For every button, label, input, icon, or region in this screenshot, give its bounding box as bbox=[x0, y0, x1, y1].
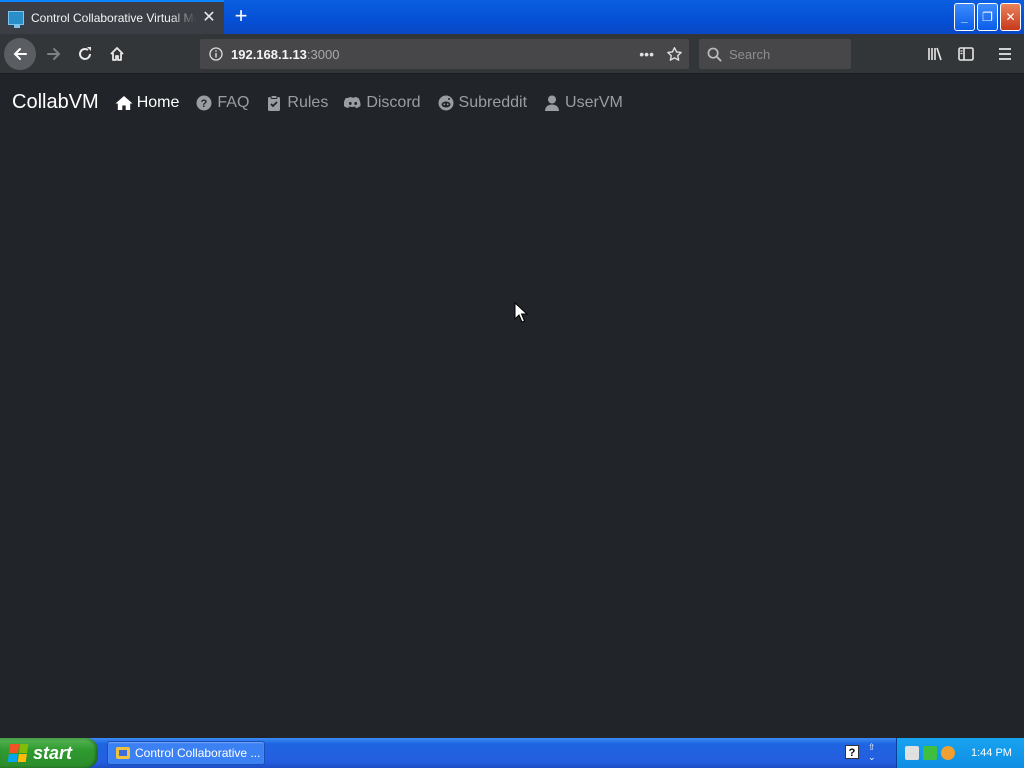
tray-expand-icon[interactable]: ⇧ ⌄ bbox=[868, 742, 876, 762]
network-icon[interactable] bbox=[905, 746, 919, 760]
star-icon[interactable] bbox=[666, 46, 683, 63]
menu-button[interactable] bbox=[989, 38, 1021, 70]
restore-button[interactable]: ❐ bbox=[977, 3, 998, 31]
nav-label: Subreddit bbox=[458, 93, 528, 111]
minimize-button[interactable]: _ bbox=[954, 3, 975, 31]
back-button[interactable] bbox=[4, 38, 36, 70]
url-host: 192.168.1.13 bbox=[231, 46, 307, 62]
forward-button[interactable] bbox=[38, 38, 70, 70]
nav-label: FAQ bbox=[217, 93, 250, 111]
taskbar-window-button[interactable]: Control Collaborative ... bbox=[107, 741, 265, 765]
reddit-icon bbox=[438, 95, 454, 110]
browser-tab[interactable]: Control Collaborative Virtual Machine ✕ bbox=[0, 0, 224, 34]
arrow-right-icon bbox=[47, 48, 61, 60]
taskbar: start Control Collaborative ... ? ⇧ ⌄ 1:4… bbox=[0, 738, 1024, 768]
user-icon bbox=[545, 95, 560, 111]
window-titlebar: Control Collaborative Virtual Machine ✕ … bbox=[0, 0, 1024, 34]
start-button[interactable]: start bbox=[0, 738, 98, 768]
clipboard-check-icon bbox=[268, 94, 281, 111]
update-icon[interactable] bbox=[923, 746, 937, 760]
url-port: :3000 bbox=[306, 46, 340, 62]
site-brand[interactable]: CollabVM bbox=[12, 91, 99, 114]
home-icon bbox=[115, 95, 133, 110]
site-navbar: CollabVM Home ? FAQ Rules Discord Subred… bbox=[0, 75, 1024, 130]
windows-logo-icon bbox=[7, 744, 29, 762]
close-window-button[interactable]: ✕ bbox=[1000, 3, 1021, 31]
start-label: start bbox=[33, 742, 73, 763]
taskbar-window-label: Control Collaborative ... bbox=[135, 746, 261, 760]
browser-toolbar: 192.168.1.13:3000 ••• bbox=[0, 34, 1024, 74]
monitor-icon bbox=[8, 11, 24, 28]
nav-item-home[interactable]: Home bbox=[115, 93, 180, 112]
window-controls: _ ❐ ✕ bbox=[954, 3, 1021, 31]
reload-icon bbox=[79, 47, 91, 60]
nav-label: Discord bbox=[366, 93, 421, 111]
search-tray-icon[interactable] bbox=[941, 746, 955, 760]
nav-item-faq[interactable]: ? FAQ bbox=[195, 94, 249, 112]
svg-text:?: ? bbox=[201, 98, 208, 110]
address-bar[interactable]: 192.168.1.13:3000 ••• bbox=[200, 39, 689, 69]
search-icon bbox=[707, 47, 722, 62]
hamburger-menu-icon bbox=[999, 48, 1011, 60]
discord-icon bbox=[344, 96, 361, 108]
nav-item-uservm[interactable]: UserVM bbox=[543, 94, 623, 112]
system-tray: 1:44 PM bbox=[896, 738, 1024, 768]
question-circle-icon: ? bbox=[196, 95, 212, 110]
tab-close-icon[interactable]: ✕ bbox=[200, 10, 218, 26]
nav-label: Rules bbox=[287, 93, 329, 111]
arrow-left-icon bbox=[13, 48, 27, 60]
sidebar-icon bbox=[958, 47, 974, 61]
new-tab-button[interactable]: + bbox=[228, 4, 254, 30]
page-actions-icon[interactable]: ••• bbox=[639, 46, 654, 62]
nav-item-subreddit[interactable]: Subreddit bbox=[437, 93, 528, 112]
search-input[interactable] bbox=[729, 46, 839, 62]
tab-title: Control Collaborative Virtual Machine bbox=[31, 11, 196, 25]
reload-button[interactable] bbox=[69, 38, 101, 70]
search-box[interactable] bbox=[699, 39, 851, 69]
nav-label: UserVM bbox=[565, 93, 623, 111]
library-icon bbox=[928, 47, 942, 61]
system-clock: 1:44 PM bbox=[971, 747, 1012, 759]
nav-item-rules[interactable]: Rules bbox=[265, 94, 328, 112]
info-icon bbox=[209, 47, 223, 61]
nav-item-discord[interactable]: Discord bbox=[344, 93, 421, 112]
firefox-window-icon bbox=[116, 747, 130, 759]
nav-label: Home bbox=[136, 93, 180, 111]
mouse-pointer-icon bbox=[514, 302, 528, 323]
sidebar-button[interactable] bbox=[950, 38, 982, 70]
help-icon[interactable]: ? bbox=[845, 745, 859, 759]
home-icon bbox=[110, 47, 124, 61]
home-button[interactable] bbox=[101, 38, 133, 70]
library-button[interactable] bbox=[919, 38, 951, 70]
